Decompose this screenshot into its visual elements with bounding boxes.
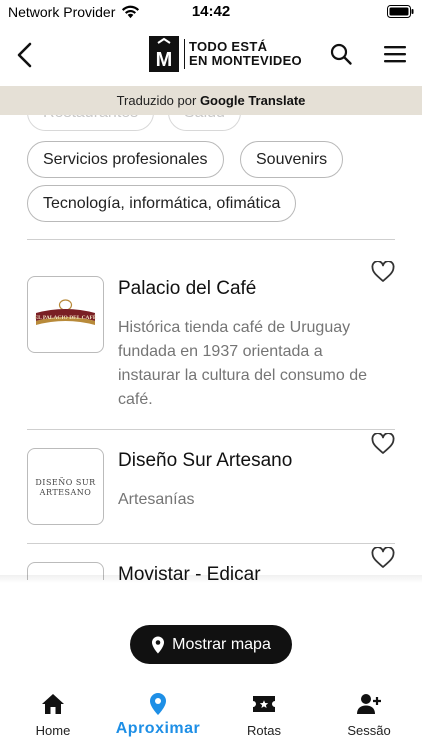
add-user-icon	[357, 694, 381, 714]
app-header: M TODO ESTÁ EN MONTEVIDEO	[0, 24, 422, 86]
scroll-shadow	[0, 575, 422, 583]
divider	[27, 543, 395, 544]
search-icon[interactable]	[329, 42, 353, 66]
logo-separator	[184, 39, 185, 69]
location-pin-icon	[150, 693, 166, 715]
tab-session[interactable]: Sessão	[340, 680, 398, 750]
category-chip-souvenirs[interactable]: Souvenirs	[240, 141, 344, 178]
tab-home-label: Home	[35, 723, 71, 738]
favorite-heart-icon[interactable]	[371, 433, 395, 455]
content-scroll-area[interactable]: Restaurantes Salud Servicios profesional…	[0, 115, 422, 580]
favorite-heart-icon[interactable]	[371, 547, 395, 569]
palacio-del-cafe-logo-icon: EL PALACIO DEL CAFÉ	[34, 299, 97, 325]
favorite-heart-icon[interactable]	[371, 261, 395, 283]
hamburger-menu-icon[interactable]	[383, 44, 407, 64]
svg-text:EL PALACIO DEL CAFÉ: EL PALACIO DEL CAFÉ	[34, 313, 96, 321]
map-pin-icon	[152, 636, 165, 653]
business-logo-diseno-sur[interactable]: DISEÑO SUR ARTESANO	[27, 448, 104, 525]
category-chip-partial[interactable]: Restaurantes	[27, 115, 155, 131]
diseno-sur-logo-icon: DISEÑO SUR ARTESANO	[35, 478, 96, 497]
logo-line-1: TODO ESTÁ	[189, 39, 268, 54]
show-map-label: Mostrar mapa	[172, 635, 271, 653]
tab-routes[interactable]: Rotas	[237, 680, 291, 750]
tab-nearby[interactable]: Aproximar	[104, 680, 212, 750]
back-arrow-icon[interactable]	[14, 42, 36, 68]
tab-nearby-label: Aproximar	[115, 720, 201, 737]
svg-text:ARTESANO: ARTESANO	[39, 488, 92, 497]
category-chip-tecnologia[interactable]: Tecnología, informática, ofimática	[27, 185, 297, 222]
bottom-tab-bar: Home Aproximar Rotas Sessão	[0, 680, 422, 750]
translate-brand: Google Translate	[199, 93, 306, 108]
show-map-button[interactable]: Mostrar mapa	[130, 625, 292, 664]
logo-line-2: EN MONTEVIDEO	[189, 53, 302, 68]
svg-text:M: M	[156, 49, 173, 71]
translate-banner: Traduzido por Google Translate	[0, 86, 422, 115]
battery-icon	[387, 5, 414, 18]
business-logo-palacio-del-cafe[interactable]: EL PALACIO DEL CAFÉ	[27, 276, 104, 353]
business-description: Artesanías	[118, 491, 195, 508]
divider	[27, 239, 395, 240]
business-name[interactable]: Diseño Sur Artesano	[118, 450, 292, 472]
clock: 14:42	[191, 3, 231, 20]
category-chip-servicios-profesionales[interactable]: Servicios profesionales	[27, 141, 224, 178]
ticket-icon	[253, 696, 275, 712]
translate-prefix: Traduzido por	[116, 93, 197, 108]
tab-session-label: Sessão	[347, 723, 391, 738]
logo-mark-icon: M	[149, 36, 179, 72]
business-name[interactable]: Palacio del Café	[118, 278, 256, 300]
logo-text: TODO ESTÁ EN MONTEVIDEO	[189, 40, 302, 68]
divider	[27, 429, 395, 430]
tab-routes-label: Rotas	[247, 723, 281, 738]
business-description: Histórica tienda café de Uruguay fundada…	[118, 319, 368, 408]
app-logo[interactable]: M TODO ESTÁ EN MONTEVIDEO	[149, 36, 302, 72]
home-icon	[42, 694, 64, 714]
status-bar: Network Provider 14:42	[0, 0, 422, 24]
svg-text:DISEÑO SUR: DISEÑO SUR	[35, 478, 96, 487]
tab-home[interactable]: Home	[25, 680, 81, 750]
category-chip-partial[interactable]: Salud	[168, 115, 241, 131]
